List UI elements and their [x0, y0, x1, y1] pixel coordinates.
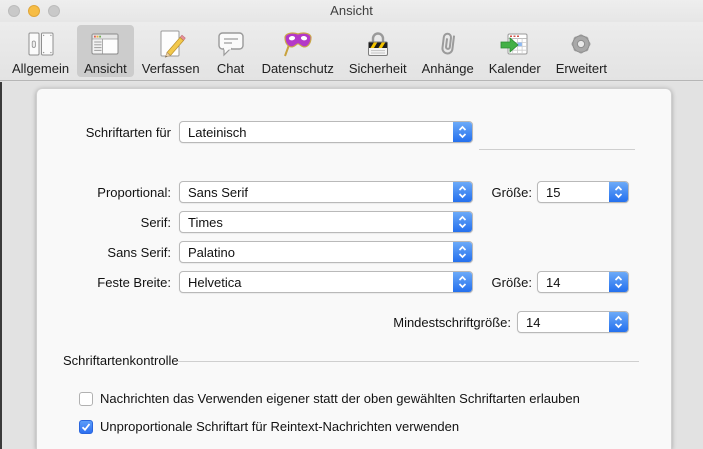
fonts-for-popup[interactable]: Lateinisch: [179, 121, 473, 143]
panels-icon: [25, 28, 57, 60]
stepper-icon: [609, 272, 628, 292]
window-left-edge: [0, 82, 2, 449]
sans-serif-popup[interactable]: Palatino: [179, 241, 473, 263]
fonts-sheet: Schriftarten für Lateinisch Proportional…: [36, 88, 672, 449]
stepper-icon: [609, 312, 628, 332]
serif-label: Serif:: [37, 215, 171, 230]
paperclip-icon: [432, 28, 464, 60]
proportional-popup[interactable]: Sans Serif: [179, 181, 473, 203]
toolbar-label: Kalender: [489, 61, 541, 76]
toolbar-label: Verfassen: [142, 61, 200, 76]
popup-value: Helvetica: [180, 272, 453, 292]
popup-value: 15: [538, 182, 609, 202]
fixed-width-size-popup[interactable]: 14: [537, 271, 629, 293]
popup-value: 14: [538, 272, 609, 292]
toolbar-label: Sicherheit: [349, 61, 407, 76]
fonts-for-label: Schriftarten für: [37, 125, 171, 140]
toolbar-item-chat[interactable]: Chat: [208, 25, 254, 77]
stepper-icon: [453, 272, 472, 292]
toolbar-item-allgemein[interactable]: Allgemein: [5, 25, 76, 77]
toolbar-label: Anhänge: [422, 61, 474, 76]
fixed-width-size-label: Größe:: [477, 275, 532, 290]
toolbar-item-erweitert[interactable]: Erweitert: [549, 25, 614, 77]
checkmark-icon: [81, 422, 91, 432]
toolbar-label: Ansicht: [84, 61, 127, 76]
proportional-size-label: Größe:: [477, 185, 532, 200]
toolbar-label: Datenschutz: [262, 61, 334, 76]
gear-icon: [565, 28, 597, 60]
min-font-size-label: Mindestschriftgröße:: [327, 315, 511, 330]
toolbar-item-verfassen[interactable]: Verfassen: [135, 25, 207, 77]
stepper-icon: [453, 122, 472, 142]
monospace-plaintext-row: Unproportionale Schriftart für Reintext-…: [79, 419, 459, 434]
chat-bubble-icon: [215, 28, 247, 60]
popup-value: 14: [518, 312, 609, 332]
section-divider-line: [177, 361, 639, 362]
popup-value: Palatino: [180, 242, 453, 262]
toolbar-label: Chat: [217, 61, 244, 76]
divider-line: [479, 149, 635, 150]
lock-icon: [362, 28, 394, 60]
mask-icon: [282, 28, 314, 60]
toolbar-label: Allgemein: [12, 61, 69, 76]
font-control-section-title: Schriftartenkontrolle: [63, 353, 179, 368]
min-font-size-popup[interactable]: 14: [517, 311, 629, 333]
calendar-icon: [499, 28, 531, 60]
stepper-icon: [453, 242, 472, 262]
popup-value: Lateinisch: [180, 122, 453, 142]
checkbox-label: Unproportionale Schriftart für Reintext-…: [100, 419, 459, 434]
checkbox-label: Nachrichten das Verwenden eigener statt …: [100, 391, 580, 406]
allow-custom-fonts-checkbox[interactable]: [79, 392, 93, 406]
monospace-plaintext-checkbox[interactable]: [79, 420, 93, 434]
title-bar: Ansicht: [0, 0, 703, 22]
popup-value: Times: [180, 212, 453, 232]
toolbar-item-sicherheit[interactable]: Sicherheit: [342, 25, 414, 77]
proportional-size-popup[interactable]: 15: [537, 181, 629, 203]
proportional-label: Proportional:: [37, 185, 171, 200]
toolbar-item-datenschutz[interactable]: Datenschutz: [255, 25, 341, 77]
toolbar-item-kalender[interactable]: Kalender: [482, 25, 548, 77]
sans-serif-label: Sans Serif:: [37, 245, 171, 260]
stepper-icon: [609, 182, 628, 202]
preferences-toolbar: Allgemein Ansicht Verfassen: [0, 22, 703, 81]
serif-popup[interactable]: Times: [179, 211, 473, 233]
popup-value: Sans Serif: [180, 182, 453, 202]
stepper-icon: [453, 212, 472, 232]
toolbar-label: Erweitert: [556, 61, 607, 76]
window-icon: [89, 28, 121, 60]
pencil-icon: [155, 28, 187, 60]
fixed-width-popup[interactable]: Helvetica: [179, 271, 473, 293]
allow-custom-fonts-row: Nachrichten das Verwenden eigener statt …: [79, 391, 580, 406]
stepper-icon: [453, 182, 472, 202]
fixed-width-label: Feste Breite:: [37, 275, 171, 290]
toolbar-item-ansicht[interactable]: Ansicht: [77, 25, 134, 77]
window-title: Ansicht: [0, 3, 703, 18]
toolbar-item-anhaenge[interactable]: Anhänge: [415, 25, 481, 77]
